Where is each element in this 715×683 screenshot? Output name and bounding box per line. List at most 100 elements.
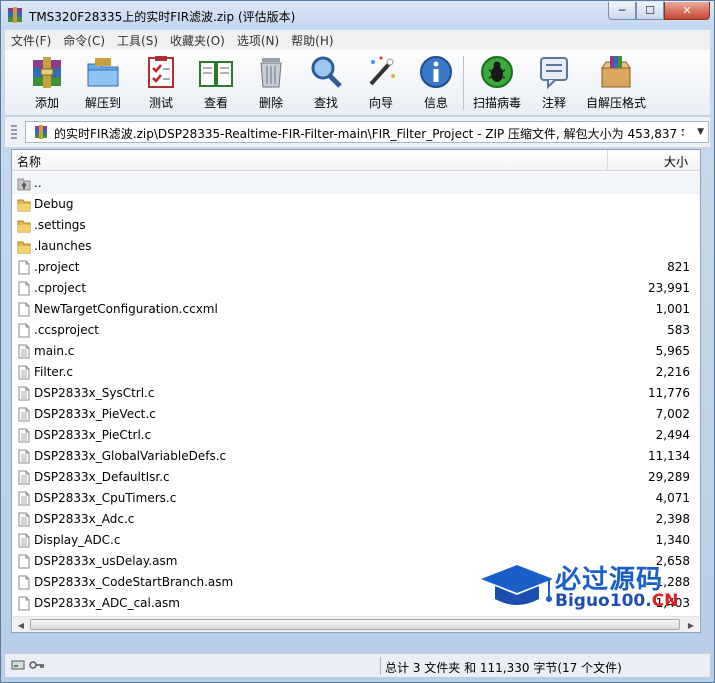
watermark-en-cn: CN	[651, 591, 679, 611]
file-size: 2,494	[655, 428, 690, 442]
file-size: 2,216	[655, 365, 690, 379]
menu-help[interactable]: 帮助(H)	[285, 32, 339, 49]
info-icon	[420, 56, 452, 88]
path-field[interactable]: 的实时FIR滤波.zip\DSP28335-Realtime-FIR-Filte…	[25, 121, 709, 143]
title-bar[interactable]: TMS320F28335上的实时FIR滤波.zip (评估版本) ─ ☐ ✕	[1, 1, 714, 29]
file-size: 1,340	[655, 533, 690, 547]
up-folder-icon	[17, 178, 31, 191]
add-archive-icon	[33, 57, 61, 88]
file-size: 1,001	[655, 302, 690, 316]
view-button[interactable]: 查看	[188, 54, 244, 114]
file-name: .cproject	[34, 281, 87, 295]
menu-options[interactable]: 选项(N)	[231, 32, 285, 49]
file-row[interactable]: DSP2833x_PieVect.c 7,002	[12, 404, 700, 425]
file-row[interactable]: ..	[12, 173, 700, 194]
view-label: 查看	[203, 96, 228, 110]
menu-favorites[interactable]: 收藏夹(O)	[164, 32, 231, 49]
file-row[interactable]: NewTargetConfiguration.ccxml 1,001	[12, 299, 700, 320]
info-label: 信息	[423, 96, 448, 110]
menu-bar: 文件(F) 命令(C) 工具(S) 收藏夹(O) 选项(N) 帮助(H)	[5, 30, 710, 50]
menu-tools[interactable]: 工具(S)	[111, 32, 164, 49]
wizard-label: 向导	[368, 96, 393, 110]
drive-icon[interactable]	[11, 659, 25, 671]
scroll-thumb[interactable]	[30, 619, 680, 630]
file-row[interactable]: Debug	[12, 194, 700, 215]
extract-button[interactable]: 解压到	[75, 54, 131, 114]
file-name: DSP2833x_usDelay.asm	[34, 554, 178, 568]
file-row[interactable]: DSP2833x_SysCtrl.c 11,776	[12, 383, 700, 404]
menu-file[interactable]: 文件(F)	[5, 32, 57, 49]
status-bar: 总计 3 文件夹 和 111,330 字节(17 个文件)	[5, 653, 710, 677]
c-source-file-icon	[18, 365, 30, 380]
key-icon[interactable]	[29, 659, 45, 671]
file-name: DSP2833x_Adc.c	[34, 512, 135, 526]
find-button[interactable]: 查找	[298, 54, 354, 114]
add-button[interactable]: 添加	[19, 54, 75, 114]
file-row[interactable]: .ccsproject 583	[12, 320, 700, 341]
sfx-box-icon	[601, 56, 631, 88]
find-label: 查找	[313, 96, 338, 110]
file-name: Display_ADC.c	[34, 533, 121, 547]
extract-folder-icon	[87, 58, 119, 87]
file-name: Filter.c	[34, 365, 74, 379]
horizontal-scrollbar[interactable]: ◀ ▶	[13, 616, 699, 632]
toolbar-separator	[463, 56, 464, 110]
folder-icon	[17, 241, 31, 254]
status-text: 总计 3 文件夹 和 111,330 字节(17 个文件)	[385, 661, 622, 675]
menu-command[interactable]: 命令(C)	[57, 32, 111, 49]
c-source-file-icon	[18, 533, 30, 548]
file-name: DSP2833x_GlobalVariableDefs.c	[34, 449, 227, 463]
file-row[interactable]: DSP2833x_CpuTimers.c 4,071	[12, 488, 700, 509]
file-row[interactable]: .launches	[12, 236, 700, 257]
file-name: main.c	[34, 344, 75, 358]
file-name: .launches	[34, 239, 92, 253]
list-header: 名称 大小	[12, 150, 700, 171]
column-divider[interactable]	[607, 150, 608, 171]
delete-button[interactable]: 删除	[243, 54, 299, 114]
file-name: .project	[34, 260, 80, 274]
file-size: 29,289	[648, 470, 690, 484]
c-source-file-icon	[18, 470, 30, 485]
file-row[interactable]: DSP2833x_Adc.c 2,398	[12, 509, 700, 530]
file-name: .ccsproject	[34, 323, 99, 337]
chevron-down-icon[interactable]: ▼	[697, 127, 704, 137]
scan-virus-button[interactable]: 扫描病毒	[469, 54, 525, 114]
column-header-name[interactable]: 名称	[17, 153, 41, 170]
path-text: 的实时FIR滤波.zip\DSP28335-Realtime-FIR-Filte…	[54, 127, 684, 141]
file-row[interactable]: Display_ADC.c 1,340	[12, 530, 700, 551]
scroll-right-icon[interactable]: ▶	[683, 617, 699, 632]
file-size: 4,071	[655, 491, 690, 505]
close-button[interactable]: ✕	[664, 2, 710, 20]
window-controls: ─ ☐ ✕	[608, 2, 710, 20]
file-name: DSP2833x_CpuTimers.c	[34, 491, 177, 505]
column-header-size[interactable]: 大小	[664, 153, 688, 170]
file-icon	[18, 596, 30, 611]
delete-label: 删除	[258, 96, 283, 110]
file-row[interactable]: DSP2833x_DefaultIsr.c 29,289	[12, 467, 700, 488]
file-row[interactable]: DSP2833x_PieCtrl.c 2,494	[12, 425, 700, 446]
comment-button[interactable]: 注释	[526, 54, 582, 114]
file-name: DSP2833x_CodeStartBranch.asm	[34, 575, 234, 589]
file-row[interactable]: Filter.c 2,216	[12, 362, 700, 383]
file-row[interactable]: .cproject 23,991	[12, 278, 700, 299]
minimize-button[interactable]: ─	[608, 2, 636, 20]
file-row[interactable]: .project 821	[12, 257, 700, 278]
file-row[interactable]: main.c 5,965	[12, 341, 700, 362]
scan-virus-label: 扫描病毒	[472, 96, 521, 110]
test-button[interactable]: 测试	[133, 54, 189, 114]
magnifier-icon	[311, 56, 342, 88]
file-icon	[18, 260, 30, 275]
c-source-file-icon	[18, 449, 30, 464]
maximize-button[interactable]: ☐	[636, 2, 664, 20]
info-button[interactable]: 信息	[408, 54, 464, 114]
up-folder-grip[interactable]	[11, 125, 17, 141]
path-bar: 的实时FIR滤波.zip\DSP28335-Realtime-FIR-Filte…	[5, 117, 710, 147]
wizard-button[interactable]: 向导	[353, 54, 409, 114]
sfx-button[interactable]: 自解压格式	[581, 54, 651, 114]
scroll-left-icon[interactable]: ◀	[13, 617, 29, 632]
file-row[interactable]: .settings	[12, 215, 700, 236]
folder-icon	[17, 220, 31, 233]
watermark-en: Biguo100.CN	[555, 591, 678, 611]
file-row[interactable]: DSP2833x_GlobalVariableDefs.c 11,134	[12, 446, 700, 467]
file-name: DSP2833x_PieCtrl.c	[34, 428, 152, 442]
